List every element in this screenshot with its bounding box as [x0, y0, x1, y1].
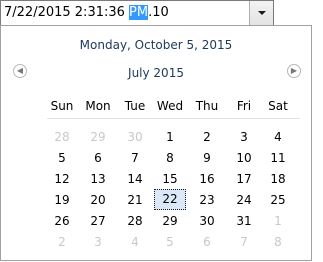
calendar-day[interactable]: 8 — [263, 233, 293, 251]
calendar-day[interactable]: 31 — [229, 212, 259, 230]
day-of-week-label: Wed — [156, 99, 184, 113]
calendar-day[interactable]: 2 — [47, 233, 77, 251]
calendar-day-selected[interactable]: 22 — [154, 189, 186, 210]
calendar-day[interactable]: 4 — [120, 233, 150, 251]
month-title[interactable]: July 2015 — [1, 66, 311, 80]
calendar-day[interactable]: 15 — [155, 170, 185, 188]
calendar-day[interactable]: 28 — [120, 212, 150, 230]
next-month-icon: ▶ — [290, 66, 298, 75]
calendar-day[interactable]: 3 — [229, 128, 259, 146]
calendar-day[interactable]: 19 — [47, 191, 77, 209]
calendar-day[interactable]: 2 — [192, 128, 222, 146]
calendar-day[interactable]: 27 — [83, 212, 113, 230]
calendar-day[interactable]: 11 — [263, 149, 293, 167]
today-link[interactable]: Monday, October 5, 2015 — [1, 38, 311, 52]
calendar-day[interactable]: 6 — [83, 149, 113, 167]
calendar-day[interactable]: 5 — [47, 149, 77, 167]
dropdown-button[interactable] — [249, 1, 273, 25]
calendar-day[interactable]: 24 — [229, 191, 259, 209]
calendar-day[interactable]: 18 — [263, 170, 293, 188]
calendar-day[interactable]: 26 — [47, 212, 77, 230]
calendar-day[interactable]: 3 — [83, 233, 113, 251]
calendar-day[interactable]: 6 — [192, 233, 222, 251]
calendar-day[interactable]: 7 — [229, 233, 259, 251]
datetime-value-fraction: .10 — [148, 5, 169, 20]
calendar-day[interactable]: 9 — [192, 149, 222, 167]
calendar-day[interactable]: 29 — [83, 128, 113, 146]
next-month-button[interactable]: ▶ — [287, 64, 301, 78]
calendar-day[interactable]: 7 — [120, 149, 150, 167]
calendar-day[interactable]: 5 — [155, 233, 185, 251]
day-of-week-label: Sat — [268, 99, 288, 113]
datetime-picker-input[interactable]: 7/22/2015 2:31:36 PM.10 — [0, 0, 274, 26]
datetime-value-ampm-selected: PM — [129, 5, 149, 20]
calendar-day[interactable]: 12 — [47, 170, 77, 188]
calendar-day[interactable]: 20 — [83, 191, 113, 209]
header-divider — [47, 118, 300, 119]
day-of-week-label: Mon — [85, 99, 111, 113]
calendar-day[interactable]: 1 — [155, 128, 185, 146]
datetime-value[interactable]: 7/22/2015 2:31:36 PM.10 — [4, 5, 169, 21]
calendar-day[interactable]: 29 — [155, 212, 185, 230]
calendar-day[interactable]: 13 — [83, 170, 113, 188]
calendar-day[interactable]: 4 — [263, 128, 293, 146]
day-of-week-label: Fri — [236, 99, 252, 113]
calendar-dropdown: Monday, October 5, 2015 ◀ July 2015 ▶ Su… — [0, 25, 312, 261]
calendar-day[interactable]: 17 — [229, 170, 259, 188]
calendar-day[interactable]: 16 — [192, 170, 222, 188]
calendar-day[interactable]: 30 — [120, 128, 150, 146]
day-of-week-label: Thu — [195, 99, 219, 113]
calendar-day[interactable]: 10 — [229, 149, 259, 167]
calendar-day[interactable]: 8 — [155, 149, 185, 167]
datetime-value-date: 7/22/2015 2:31:36 — [4, 5, 130, 20]
calendar-day[interactable]: 14 — [120, 170, 150, 188]
day-of-week-label: Sun — [50, 99, 74, 113]
calendar-day[interactable]: 21 — [120, 191, 150, 209]
calendar-day[interactable]: 23 — [192, 191, 222, 209]
calendar-day[interactable]: 30 — [192, 212, 222, 230]
calendar-day[interactable]: 25 — [263, 191, 293, 209]
calendar-day[interactable]: 1 — [263, 212, 293, 230]
day-of-week-label: Tue — [124, 99, 146, 113]
calendar-day[interactable]: 28 — [47, 128, 77, 146]
